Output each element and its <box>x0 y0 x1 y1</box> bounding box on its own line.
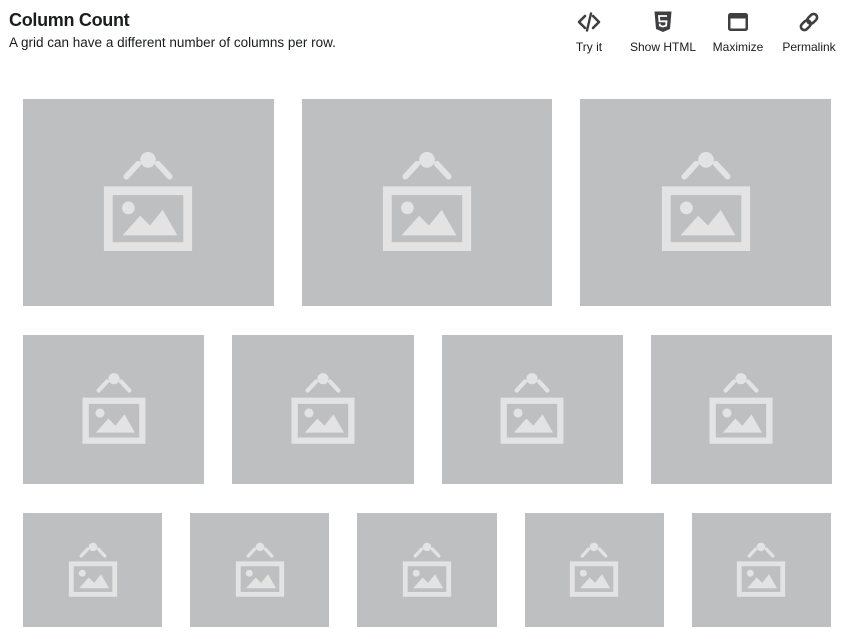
image-placeholder-icon <box>382 151 472 251</box>
image-placeholder-icon <box>402 542 452 597</box>
image-placeholder <box>650 335 833 484</box>
image-placeholder <box>441 335 623 484</box>
image-placeholder <box>580 99 831 306</box>
image-placeholder <box>190 513 330 627</box>
image-placeholder <box>232 335 414 484</box>
image-placeholder-icon <box>291 373 355 444</box>
image-placeholder-icon <box>235 542 284 597</box>
image-placeholder <box>23 513 163 627</box>
image-placeholder-icon <box>661 151 750 251</box>
image-placeholder-icon <box>570 542 619 597</box>
image-placeholder <box>691 513 831 627</box>
column-count-grid <box>0 0 848 639</box>
image-placeholder <box>357 513 497 627</box>
image-placeholder <box>23 99 274 306</box>
image-placeholder <box>301 99 553 306</box>
image-placeholder <box>524 513 664 627</box>
image-placeholder-icon <box>500 373 564 444</box>
image-placeholder-icon <box>82 373 146 444</box>
image-placeholder-icon <box>737 542 786 597</box>
image-placeholder <box>23 335 205 484</box>
image-placeholder-icon <box>68 542 117 597</box>
image-placeholder-icon <box>104 151 193 251</box>
image-placeholder-icon <box>709 373 773 444</box>
